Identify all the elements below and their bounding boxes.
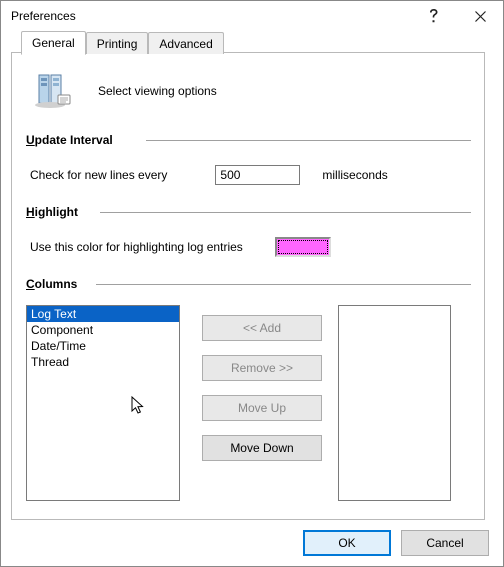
list-item[interactable]: Component: [27, 322, 179, 338]
section-highlight: Highlight Use this color for highlightin…: [26, 205, 470, 257]
dialog-footer: OK Cancel: [303, 530, 489, 556]
question-icon: [429, 9, 439, 23]
list-item[interactable]: Date/Time: [27, 338, 179, 354]
move-down-button[interactable]: Move Down: [202, 435, 322, 461]
section-divider: [96, 284, 471, 285]
section-title: Update Interval: [26, 133, 113, 147]
list-item[interactable]: Thread: [27, 354, 179, 370]
preferences-dialog: Preferences General Printing Advanced: [0, 0, 504, 567]
tab-label: General: [32, 36, 75, 50]
add-button[interactable]: << Add: [202, 315, 322, 341]
section-columns: Columns Log TextComponentDate/TimeThread…: [26, 277, 470, 497]
titlebar: Preferences: [1, 1, 503, 31]
intro-text: Select viewing options: [98, 84, 217, 98]
list-item[interactable]: Log Text: [27, 306, 179, 322]
ok-button[interactable]: OK: [303, 530, 391, 556]
tab-advanced[interactable]: Advanced: [148, 32, 223, 54]
close-button[interactable]: [457, 1, 503, 31]
available-columns-list[interactable]: Log TextComponentDate/TimeThread: [26, 305, 180, 501]
servers-icon: [32, 71, 72, 111]
remove-button[interactable]: Remove >>: [202, 355, 322, 381]
tab-panel-general: Select viewing options Update Interval C…: [11, 52, 485, 520]
client-area: General Printing Advanced: [1, 31, 503, 566]
section-update-interval: Update Interval Check for new lines ever…: [26, 133, 470, 185]
section-title: Highlight: [26, 205, 78, 219]
column-buttons: << Add Remove >> Move Up Move Down: [202, 305, 322, 501]
highlight-label: Use this color for highlighting log entr…: [30, 240, 243, 254]
section-divider: [100, 212, 471, 213]
highlight-color-button[interactable]: [275, 237, 331, 257]
intro-row: Select viewing options: [32, 71, 217, 111]
tab-strip: General Printing Advanced: [21, 31, 224, 53]
help-button[interactable]: [411, 1, 457, 31]
tab-label: Advanced: [159, 37, 212, 51]
tab-printing[interactable]: Printing: [86, 32, 149, 54]
tab-label: Printing: [97, 37, 138, 51]
close-icon: [475, 11, 486, 22]
cancel-button[interactable]: Cancel: [401, 530, 489, 556]
update-label: Check for new lines every: [30, 168, 167, 182]
section-title: Columns: [26, 277, 77, 291]
section-divider: [146, 140, 471, 141]
window-title: Preferences: [11, 9, 411, 23]
chosen-columns-list[interactable]: [338, 305, 451, 501]
tab-general[interactable]: General: [21, 31, 86, 55]
move-up-button[interactable]: Move Up: [202, 395, 322, 421]
update-unit: milliseconds: [322, 168, 387, 182]
update-interval-input[interactable]: [215, 165, 300, 185]
